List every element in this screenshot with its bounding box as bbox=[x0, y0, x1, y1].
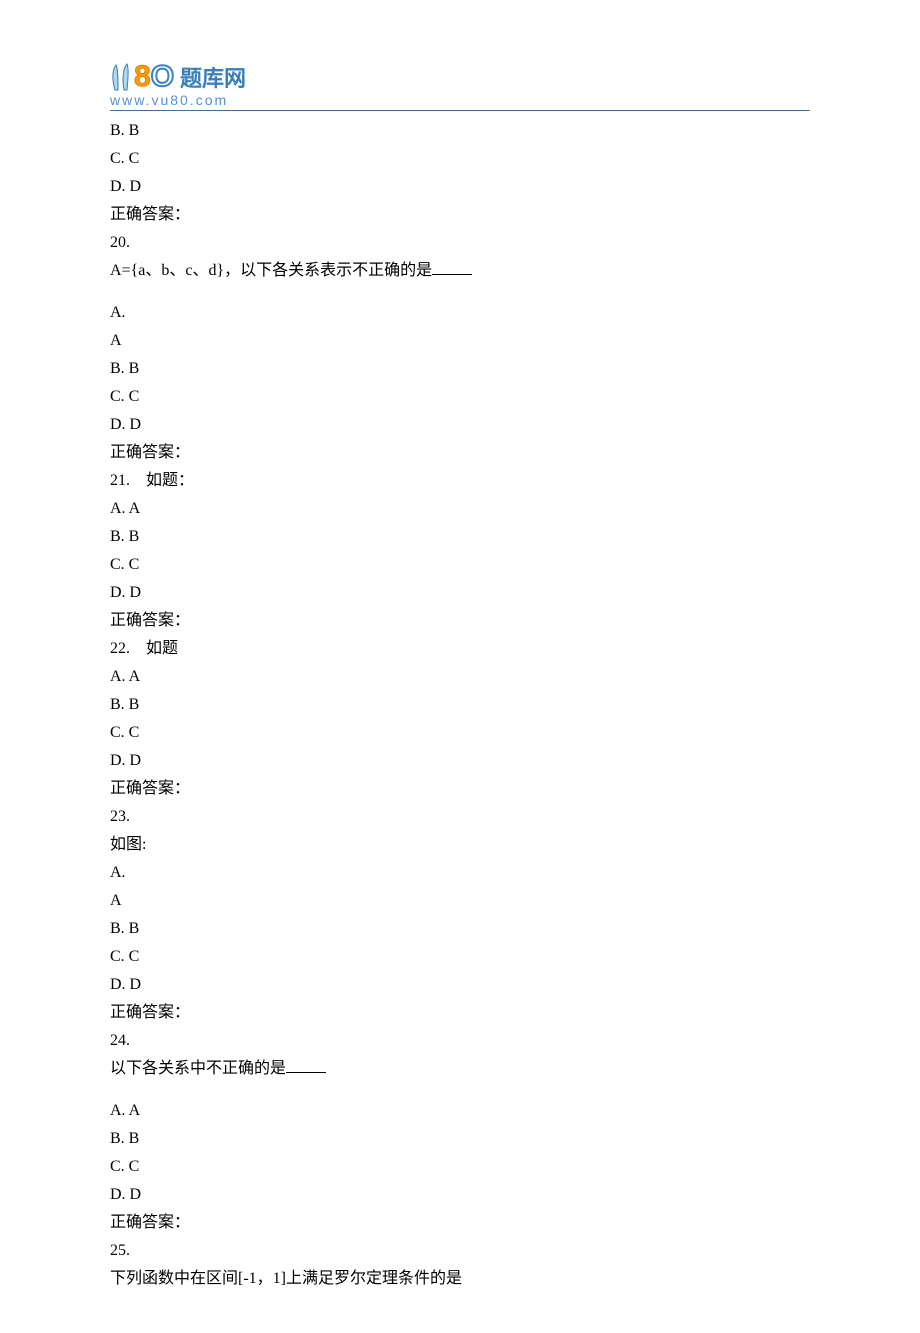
text-line: A. A bbox=[110, 1097, 810, 1125]
text-content: D. D bbox=[110, 178, 141, 195]
text-content: 正确答案： bbox=[110, 780, 190, 797]
logo-url: www.vu80.com bbox=[110, 92, 810, 108]
text-content: 22. 如题 bbox=[110, 640, 178, 657]
text-content: A={a、b、c、d}，以下各关系表示不正确的是 bbox=[110, 262, 432, 279]
site-logo: 8 O 题库网 www.vu80.com bbox=[110, 60, 810, 111]
text-line: D. D bbox=[110, 579, 810, 607]
text-line: 正确答案： bbox=[110, 201, 810, 229]
text-content: B. B bbox=[110, 1130, 139, 1147]
fill-blank bbox=[286, 1057, 326, 1073]
fill-blank bbox=[432, 259, 472, 275]
document-body: B. B C. C D. D 正确答案： 20. A={a、b、c、d}，以下各关系表示不… bbox=[110, 117, 810, 1293]
text-line: A bbox=[110, 887, 810, 915]
text-line: B. B bbox=[110, 1125, 810, 1153]
text-line: A={a、b、c、d}，以下各关系表示不正确的是 bbox=[110, 257, 810, 285]
logo-digit-8: 8 bbox=[134, 60, 151, 94]
text-content: D. D bbox=[110, 752, 141, 769]
text-line: 以下各关系中不正确的是 bbox=[110, 1055, 810, 1083]
text-line: 如图: bbox=[110, 831, 810, 859]
text-line: A. A bbox=[110, 663, 810, 691]
text-content: D. D bbox=[110, 416, 141, 433]
text-content: B. B bbox=[110, 920, 139, 937]
blank-line bbox=[110, 1083, 810, 1097]
text-content: C. C bbox=[110, 948, 139, 965]
text-content: 24. bbox=[110, 1032, 130, 1049]
text-content: 正确答案： bbox=[110, 206, 190, 223]
text-content: 正确答案： bbox=[110, 444, 190, 461]
text-content: C. C bbox=[110, 388, 139, 405]
text-line: 24. bbox=[110, 1027, 810, 1055]
text-line: A. bbox=[110, 859, 810, 887]
text-content: 20. bbox=[110, 234, 130, 251]
text-content: 如图: bbox=[110, 836, 146, 853]
text-line: B. B bbox=[110, 915, 810, 943]
text-content: A. A bbox=[110, 500, 140, 517]
text-line: 正确答案： bbox=[110, 775, 810, 803]
text-content: 正确答案： bbox=[110, 612, 190, 629]
header-divider bbox=[110, 110, 810, 111]
text-line: 20. bbox=[110, 229, 810, 257]
text-content: A bbox=[110, 892, 122, 909]
text-line: D. D bbox=[110, 747, 810, 775]
text-content: 21. 如题： bbox=[110, 472, 194, 489]
text-line: 正确答案： bbox=[110, 1209, 810, 1237]
text-content: A. A bbox=[110, 1102, 140, 1119]
text-content: 正确答案： bbox=[110, 1214, 190, 1231]
text-line: C. C bbox=[110, 551, 810, 579]
text-content: D. D bbox=[110, 1186, 141, 1203]
blank-line bbox=[110, 285, 810, 299]
text-line: 正确答案： bbox=[110, 999, 810, 1027]
text-line: B. B bbox=[110, 691, 810, 719]
logo-chinese-text: 题库网 bbox=[180, 61, 246, 93]
text-line: 下列函数中在区间[-1，1]上满足罗尔定理条件的是 bbox=[110, 1265, 810, 1293]
text-content: 25. bbox=[110, 1242, 130, 1259]
text-content: A. A bbox=[110, 668, 140, 685]
text-line: 正确答案： bbox=[110, 607, 810, 635]
text-line: D. D bbox=[110, 173, 810, 201]
text-line: C. C bbox=[110, 719, 810, 747]
text-content: B. B bbox=[110, 360, 139, 377]
text-line: B. B bbox=[110, 117, 810, 145]
text-content: D. D bbox=[110, 584, 141, 601]
text-line: C. C bbox=[110, 145, 810, 173]
text-content: A bbox=[110, 332, 122, 349]
text-content: C. C bbox=[110, 724, 139, 741]
text-content: C. C bbox=[110, 1158, 139, 1175]
text-line: A bbox=[110, 327, 810, 355]
text-line: D. D bbox=[110, 1181, 810, 1209]
text-line: 23. bbox=[110, 803, 810, 831]
text-content: B. B bbox=[110, 122, 139, 139]
text-line: A. A bbox=[110, 495, 810, 523]
text-content: A. bbox=[110, 864, 126, 881]
text-line: C. C bbox=[110, 383, 810, 411]
text-content: C. C bbox=[110, 556, 139, 573]
text-content: B. B bbox=[110, 696, 139, 713]
text-line: 25. bbox=[110, 1237, 810, 1265]
text-content: 正确答案： bbox=[110, 1004, 190, 1021]
text-line: D. D bbox=[110, 971, 810, 999]
text-line: D. D bbox=[110, 411, 810, 439]
text-content: D. D bbox=[110, 976, 141, 993]
text-content: 以下各关系中不正确的是 bbox=[110, 1060, 286, 1077]
text-line: A. bbox=[110, 299, 810, 327]
text-line: 22. 如题 bbox=[110, 635, 810, 663]
text-line: 21. 如题： bbox=[110, 467, 810, 495]
text-content: A. bbox=[110, 304, 126, 321]
logo-digit-0: O bbox=[151, 60, 174, 94]
text-line: B. B bbox=[110, 523, 810, 551]
site-logo-row: 8 O 题库网 bbox=[110, 60, 810, 94]
text-content: 下列函数中在区间[-1，1]上满足罗尔定理条件的是 bbox=[110, 1270, 462, 1287]
text-line: C. C bbox=[110, 1153, 810, 1181]
bunny-icon bbox=[110, 62, 132, 92]
text-content: 23. bbox=[110, 808, 130, 825]
page-container: 8 O 题库网 www.vu80.com B. B C. C D. D 正确答案： 20… bbox=[0, 0, 920, 1333]
text-line: 正确答案： bbox=[110, 439, 810, 467]
text-line: B. B bbox=[110, 355, 810, 383]
text-content: B. B bbox=[110, 528, 139, 545]
text-line: C. C bbox=[110, 943, 810, 971]
text-content: C. C bbox=[110, 150, 139, 167]
